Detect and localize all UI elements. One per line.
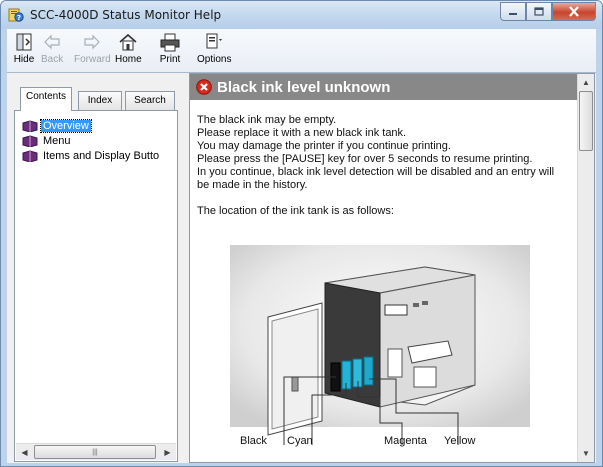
options-button[interactable]: Options [197,32,231,70]
tree-item-menu-label: Menu [43,134,71,147]
tab-index[interactable]: Index [78,91,122,111]
tree-item-items-display[interactable]: Items and Display Butto [16,148,176,163]
help-app-icon: ? [8,8,24,22]
home-label: Home [115,54,142,65]
book-icon [22,119,38,132]
printer-illustration [230,245,530,445]
maximize-button[interactable] [526,2,552,21]
label-cyan: Cyan [287,435,313,447]
error-icon [196,79,212,95]
tab-contents-label: Contents [25,91,67,102]
print-icon [160,33,180,52]
hide-button[interactable]: Hide [13,32,35,70]
topic-header: Black ink level unknown [190,74,578,100]
body-line: be made in the history. [197,179,308,191]
tab-index-label: Index [87,95,113,106]
navigation-pane: Contents Index Search Overview Menu Item… [14,86,178,462]
maximize-icon [534,7,544,16]
home-button[interactable]: Home [115,32,142,70]
topic-body: The black ink may be empty. Please repla… [197,114,577,218]
contents-tree: Overview Menu Items and Display Butto ◀ … [14,110,178,462]
body-line: Please replace it with a new black ink t… [197,127,407,139]
options-icon [206,33,223,49]
back-label: Back [41,54,64,65]
toolbar: Hide Back Forward Home Print Options [7,29,596,73]
back-button[interactable]: Back [41,32,63,70]
title-bar[interactable]: ? SCC-4000D Status Monitor Help [1,1,602,29]
forward-button[interactable]: Forward [74,32,111,70]
scrollbar-thumb[interactable] [579,91,593,151]
location-text: The location of the ink tank is as follo… [197,205,394,217]
body-line: Please press the [PAUSE] key for over 5 … [197,153,533,165]
forward-label: Forward [74,54,111,65]
tree-item-items-display-label: Items and Display Butto [43,149,160,162]
window-title: SCC-4000D Status Monitor Help [30,8,222,22]
tree-item-overview-label: Overview [40,118,92,133]
help-window: ? SCC-4000D Status Monitor Help Hide Bac… [0,0,603,467]
label-yellow: Yellow [444,435,476,447]
close-button[interactable] [552,2,596,21]
horizontal-scrollbar[interactable]: ◀ ||| ▶ [16,443,176,460]
hide-icon [16,33,32,51]
close-icon [569,6,579,17]
tree-item-overview[interactable]: Overview [16,118,176,133]
minimize-icon [509,12,517,15]
scroll-down-icon[interactable]: ▼ [578,445,594,462]
content-area: Contents Index Search Overview Menu Item… [7,73,596,463]
topic-title: Black ink level unknown [217,78,391,96]
nav-tabs: Contents Index Search [14,86,178,111]
minimize-button[interactable] [500,2,526,21]
book-icon [22,149,38,162]
scroll-right-icon[interactable]: ▶ [159,444,176,460]
tree-list: Overview Menu Items and Display Butto [16,112,176,441]
label-magenta: Magenta [384,435,427,447]
ink-tank-diagram: Black Cyan Magenta Yellow [230,245,530,453]
tab-search-label: Search [134,95,166,106]
home-icon [119,33,137,51]
scroll-up-icon[interactable]: ▲ [578,74,594,91]
tab-search[interactable]: Search [125,91,175,111]
forward-icon [84,34,101,50]
window-controls [500,2,596,21]
body-line: The black ink may be empty. [197,114,337,126]
tree-item-menu[interactable]: Menu [16,133,176,148]
vertical-scrollbar[interactable]: ▲ ▼ [577,74,594,462]
scroll-left-icon[interactable]: ◀ [16,444,33,460]
topic-pane: Black ink level unknown The black ink ma… [189,73,595,463]
hide-label: Hide [13,54,35,65]
print-button[interactable]: Print [159,32,181,70]
scrollbar-thumb[interactable]: ||| [34,445,156,459]
tab-contents[interactable]: Contents [20,87,72,111]
svg-text:?: ? [17,14,21,22]
back-icon [44,34,60,50]
print-label: Print [159,54,181,65]
body-line: You may damage the printer if you contin… [197,140,451,152]
book-icon [22,134,38,147]
options-label: Options [197,54,232,65]
body-line: In you continue, black ink level detecti… [197,166,555,178]
label-black: Black [240,435,267,447]
